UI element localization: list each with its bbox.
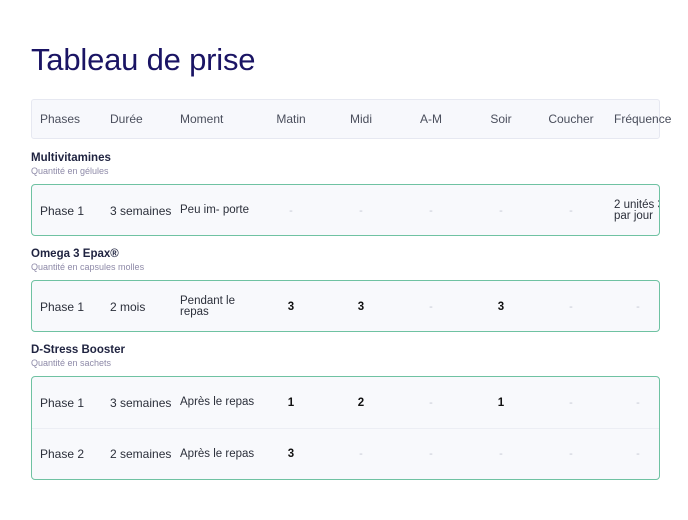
cell-phase: Phase 1 bbox=[40, 203, 85, 218]
cell-matin: 3 bbox=[287, 448, 295, 460]
cell-soir: 1 bbox=[497, 396, 505, 409]
col-header-am: A-M bbox=[420, 112, 442, 126]
cell-frequence: - bbox=[636, 300, 640, 313]
cell-am: - bbox=[429, 300, 433, 313]
cell-midi: - bbox=[359, 448, 363, 460]
cell-soir: - bbox=[499, 448, 503, 460]
col-header-frequence: Fréquence bbox=[614, 112, 672, 126]
cell-soir: 3 bbox=[497, 300, 505, 313]
cell-am: - bbox=[429, 204, 433, 217]
cell-moment: Pendant le repas bbox=[180, 294, 235, 318]
table-row: Phase 1 2 mois Pendant le repas 3 3 - 3 … bbox=[32, 281, 659, 331]
cell-frequence: 2 unités 3x par jour bbox=[614, 198, 659, 222]
dosage-page: Tableau de prise Phases Durée Moment Mat… bbox=[0, 0, 688, 520]
table-row: Phase 2 2 semaines Après le repas 3 - - … bbox=[32, 428, 659, 479]
product-name: D-Stress Booster bbox=[31, 344, 125, 356]
cell-am: - bbox=[429, 396, 433, 409]
cell-duree: 3 semaines bbox=[110, 395, 172, 410]
cell-duree: 2 semaines bbox=[110, 447, 172, 461]
cell-frequence: - bbox=[636, 396, 640, 409]
page-title: Tableau de prise bbox=[31, 42, 256, 77]
product-card: Phase 1 3 semaines Après le repas 1 2 - … bbox=[31, 376, 660, 480]
product-unit: Quantité en capsules molles bbox=[31, 262, 145, 272]
cell-phase: Phase 2 bbox=[40, 447, 85, 461]
cell-midi: - bbox=[359, 204, 363, 217]
product-heading: D-Stress Booster Quantité en sachets bbox=[31, 344, 660, 368]
cell-midi: 3 bbox=[357, 300, 365, 313]
product-unit: Quantité en gélules bbox=[31, 166, 109, 176]
cell-phase: Phase 1 bbox=[40, 299, 85, 314]
product-card: Phase 1 2 mois Pendant le repas 3 3 - 3 … bbox=[31, 280, 660, 332]
table-row: Phase 1 3 semaines Peu im- porte - - - -… bbox=[32, 185, 659, 235]
product-unit: Quantité en sachets bbox=[31, 358, 112, 368]
product-heading: Omega 3 Epax® Quantité en capsules molle… bbox=[31, 248, 660, 272]
table-row: Phase 1 3 semaines Après le repas 1 2 - … bbox=[32, 377, 659, 428]
cell-matin: 3 bbox=[287, 300, 295, 313]
col-header-moment: Moment bbox=[180, 112, 224, 126]
cell-coucher: - bbox=[569, 204, 573, 217]
table-header: Phases Durée Moment Matin Midi A-M Soir … bbox=[31, 99, 671, 139]
cell-coucher: - bbox=[569, 396, 573, 409]
col-header-coucher: Coucher bbox=[548, 112, 594, 126]
cell-am: - bbox=[429, 448, 433, 460]
col-header-soir: Soir bbox=[490, 112, 512, 126]
product-heading: Multivitamines Quantité en gélules bbox=[31, 152, 660, 176]
cell-midi: 2 bbox=[357, 396, 365, 409]
cell-frequence: - bbox=[636, 448, 640, 460]
cell-moment: Après le repas bbox=[180, 396, 255, 408]
cell-duree: 2 mois bbox=[110, 299, 146, 314]
product-name: Omega 3 Epax® bbox=[31, 248, 119, 260]
col-header-matin: Matin bbox=[276, 112, 306, 126]
cell-duree: 3 semaines bbox=[110, 203, 172, 218]
cell-matin: - bbox=[289, 204, 293, 217]
cell-coucher: - bbox=[569, 300, 573, 313]
col-header-duree: Durée bbox=[110, 112, 143, 126]
cell-matin: 1 bbox=[287, 396, 295, 409]
product-card: Phase 1 3 semaines Peu im- porte - - - -… bbox=[31, 184, 660, 236]
cell-phase: Phase 1 bbox=[40, 395, 85, 410]
cell-moment: Après le repas bbox=[180, 447, 255, 460]
cell-coucher: - bbox=[569, 448, 573, 460]
cell-soir: - bbox=[499, 204, 503, 217]
col-header-midi: Midi bbox=[349, 112, 372, 126]
col-header-phases: Phases bbox=[40, 112, 81, 126]
cell-moment: Peu im- porte bbox=[180, 204, 250, 216]
product-name: Multivitamines bbox=[31, 152, 111, 164]
